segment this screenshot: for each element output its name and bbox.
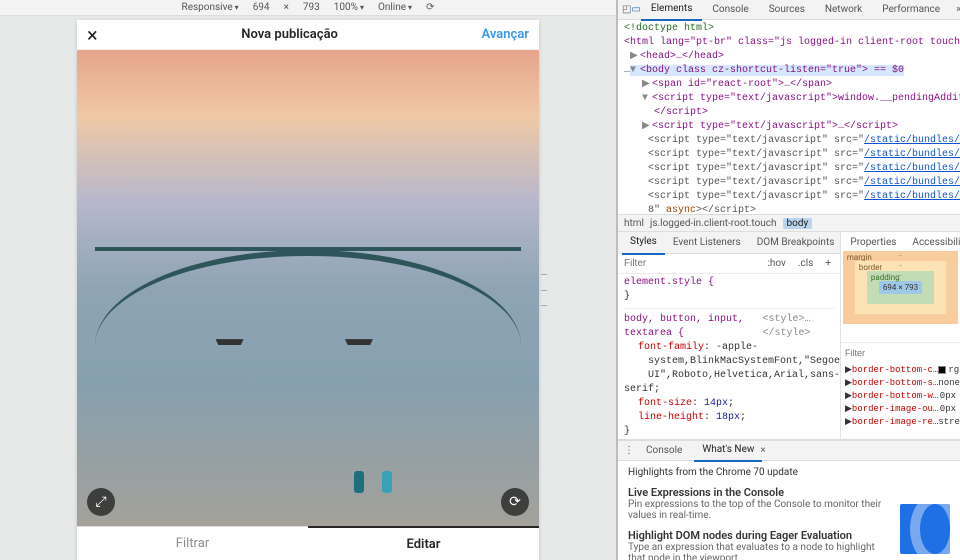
drawer-tab-whatsnew[interactable]: What's New [694, 440, 762, 462]
inspect-icon[interactable]: ◰ [622, 4, 631, 15]
box-content: 694 × 793 [879, 281, 922, 294]
device-toggle-icon[interactable]: ▭ [631, 4, 640, 15]
viewport-height-input[interactable]: 793 [303, 2, 320, 13]
tabs-overflow-icon[interactable]: » [950, 4, 960, 15]
bc-html[interactable]: html [624, 218, 644, 229]
expand-icon[interactable]: ⤢ [87, 488, 115, 516]
computed-list[interactable]: ▶border-bottom-c…rgb( ▶border-bottom-s…n… [841, 362, 960, 439]
close-icon[interactable]: × [87, 25, 98, 45]
style-rules[interactable]: element.style {} body, button, input, te… [618, 274, 840, 439]
computed-pane: margin- border- padding- 694 × 793 Show … [840, 232, 960, 439]
tab-console[interactable]: Console [702, 0, 758, 20]
devtools-tabbar: ◰ ▭ Elements Console Sources Network Per… [618, 0, 960, 20]
post-modal-header: × Nova publicação Avançar [77, 20, 539, 50]
advance-button[interactable]: Avançar [482, 27, 529, 42]
cls-toggle[interactable]: .cls [795, 258, 816, 269]
rotate-photo-icon[interactable]: ⟳ [501, 488, 529, 516]
whatsnew-item1-title: Live Expressions in the Console [628, 486, 890, 499]
styles-filter-input[interactable] [624, 258, 758, 269]
whatsnew-item2-title: Highlight DOM nodes during Eager Evaluat… [628, 529, 890, 542]
device-mode-pane: Responsive 694 × 793 100% Online ⟳ × Nov… [0, 0, 616, 560]
box-model[interactable]: margin- border- padding- 694 × 793 [841, 232, 960, 342]
styles-pane: Styles Event Listeners DOM Breakpoints P… [618, 232, 840, 439]
modal-title: Nova publicação [241, 27, 338, 42]
tab-edit[interactable]: Editar [308, 526, 539, 560]
device-mode-select[interactable]: Responsive [182, 2, 239, 13]
whatsnew-item2-body: Type an expression that evaluates to a n… [628, 542, 890, 560]
breadcrumbs[interactable]: html js.logged-in.client-root.touch body [618, 214, 960, 232]
styles-filter-row: :hov .cls + [618, 254, 840, 274]
tab-elements[interactable]: Elements [641, 0, 702, 21]
computed-filter-input[interactable] [845, 348, 960, 358]
viewport-dim-sep: × [284, 2, 289, 13]
stab-styles[interactable]: Styles [622, 231, 665, 255]
whatsnew-headline: Highlights from the Chrome 70 update [628, 467, 890, 478]
drawer-tab-console[interactable]: Console [638, 441, 690, 461]
tab-performance[interactable]: Performance [872, 0, 950, 20]
resize-handle[interactable] [541, 274, 547, 306]
post-photo: ⤢ ⟳ [77, 50, 539, 526]
throttle-select[interactable]: Online [378, 2, 412, 13]
post-tabs: Filtrar Editar [77, 526, 539, 560]
viewport-width-input[interactable]: 694 [253, 2, 270, 13]
whatsnew-graphic [900, 504, 950, 554]
elements-tree[interactable]: <!doctype html> <html lang="pt-br" class… [618, 20, 960, 214]
zoom-select[interactable]: 100% [334, 2, 364, 13]
stab-listeners[interactable]: Event Listeners [665, 232, 749, 254]
device-toolbar: Responsive 694 × 793 100% Online ⟳ [0, 0, 616, 16]
rotate-icon[interactable]: ⟳ [426, 2, 434, 13]
drawer-tabbar: ⋮ Console What's New × [618, 441, 960, 461]
devtools-panel: ◰ ▭ Elements Console Sources Network Per… [616, 0, 960, 560]
tab-sources[interactable]: Sources [759, 0, 815, 20]
whatsnew-item1-body: Pin expressions to the top of the Consol… [628, 499, 890, 521]
drawer-menu-icon[interactable]: ⋮ [624, 445, 634, 456]
tab-network[interactable]: Network [815, 0, 872, 20]
hov-toggle[interactable]: :hov [764, 258, 788, 269]
bc-html-class[interactable]: js.logged-in.client-root.touch [650, 218, 777, 229]
bc-body[interactable]: body [783, 218, 813, 229]
stab-dom[interactable]: DOM Breakpoints [749, 232, 843, 254]
emulated-viewport: × Nova publicação Avançar ⤢ ⟳ Filtrar Ed… [77, 20, 539, 560]
styles-tabbar: Styles Event Listeners DOM Breakpoints P… [618, 232, 840, 254]
drawer: ⋮ Console What's New × Highlights from t… [618, 440, 960, 560]
drawer-close-tab-icon[interactable]: × [760, 445, 765, 456]
tab-filter[interactable]: Filtrar [77, 527, 308, 560]
add-rule-button[interactable]: + [822, 258, 834, 269]
